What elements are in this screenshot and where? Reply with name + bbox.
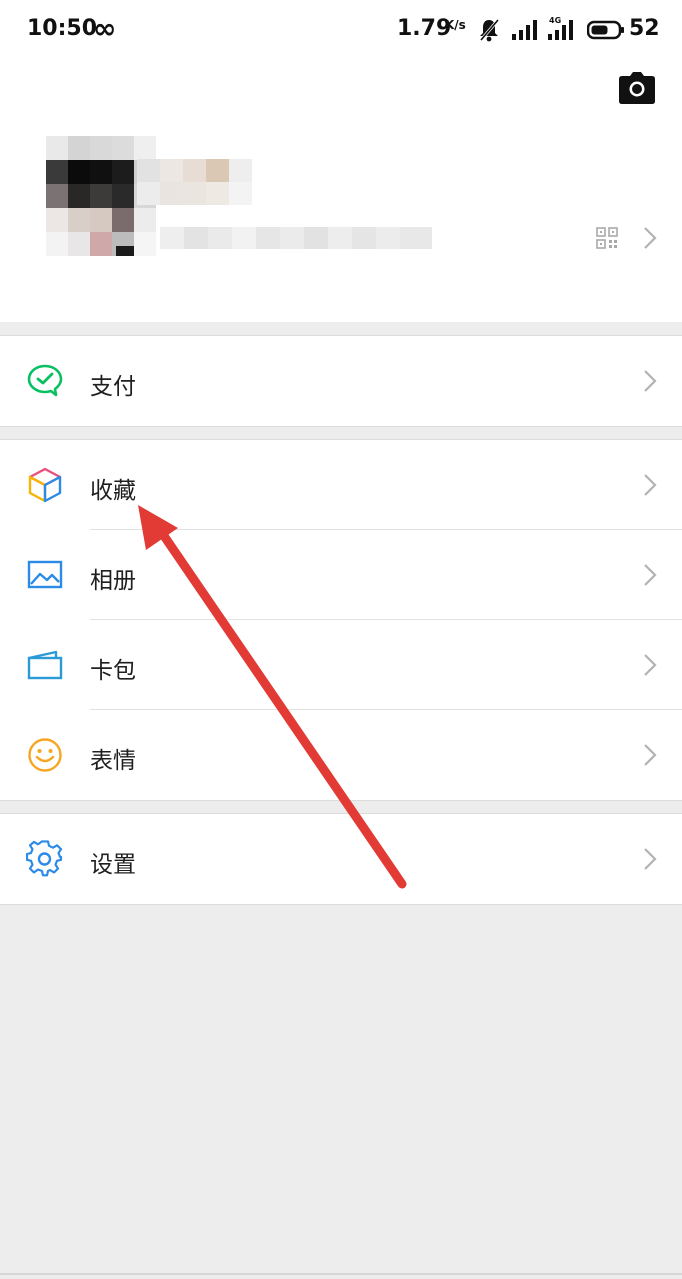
status-bar: 10:50 ∞ 1.79 K/s 4G 52 (0, 0, 682, 62)
menu-group-main: 收藏 相册 卡包 表情 (0, 439, 682, 801)
menu-item-label: 相册 (90, 568, 136, 594)
chevron-right-icon (644, 564, 657, 586)
signal-icon (512, 20, 537, 40)
bottom-divider (0, 1273, 682, 1275)
album-icon (27, 560, 63, 589)
menu-item-cards[interactable]: 卡包 (0, 620, 682, 710)
chevron-right-icon (644, 474, 657, 496)
card-wallet-icon (27, 650, 63, 680)
menu-item-settings[interactable]: 设置 (0, 814, 682, 904)
menu-item-emoji[interactable]: 表情 (0, 710, 682, 800)
svg-text:4G: 4G (549, 16, 561, 25)
qr-code-icon[interactable] (596, 227, 618, 249)
battery-level: 52 (629, 16, 660, 41)
profile-header: 10:50 ∞ 1.79 K/s 4G 52 (0, 0, 682, 322)
menu-item-favorites[interactable]: 收藏 (0, 440, 682, 530)
wechat-pay-icon (27, 364, 63, 397)
chevron-right-icon (644, 744, 657, 766)
menu-item-album[interactable]: 相册 (0, 530, 682, 620)
menu-item-label: 设置 (90, 852, 136, 878)
menu-item-label: 收藏 (90, 478, 136, 504)
emoji-icon (28, 738, 62, 772)
network-speed: 1.79 (397, 16, 452, 41)
infinity-icon: ∞ (93, 12, 117, 45)
menu-item-label: 表情 (90, 748, 136, 774)
nickname (137, 159, 252, 205)
signal-4g-icon: 4G (548, 16, 573, 40)
settings-gear-icon (26, 840, 63, 877)
network-speed-unit: K/s (445, 18, 466, 32)
chevron-right-icon (644, 370, 657, 392)
favorites-cube-icon (28, 467, 62, 503)
chevron-right-icon (644, 654, 657, 676)
chevron-right-icon[interactable] (640, 224, 660, 252)
mute-bell-icon (479, 19, 500, 42)
menu-group-settings: 设置 (0, 813, 682, 905)
menu-item-label: 卡包 (90, 658, 136, 684)
chevron-right-icon (644, 848, 657, 870)
status-time: 10:50 (27, 16, 98, 41)
battery-icon (587, 20, 624, 40)
camera-icon[interactable] (619, 72, 655, 104)
menu-item-pay[interactable]: 支付 (0, 336, 682, 426)
wechat-id (160, 227, 432, 249)
menu-group-pay: 支付 (0, 335, 682, 427)
menu-item-label: 支付 (90, 374, 136, 400)
